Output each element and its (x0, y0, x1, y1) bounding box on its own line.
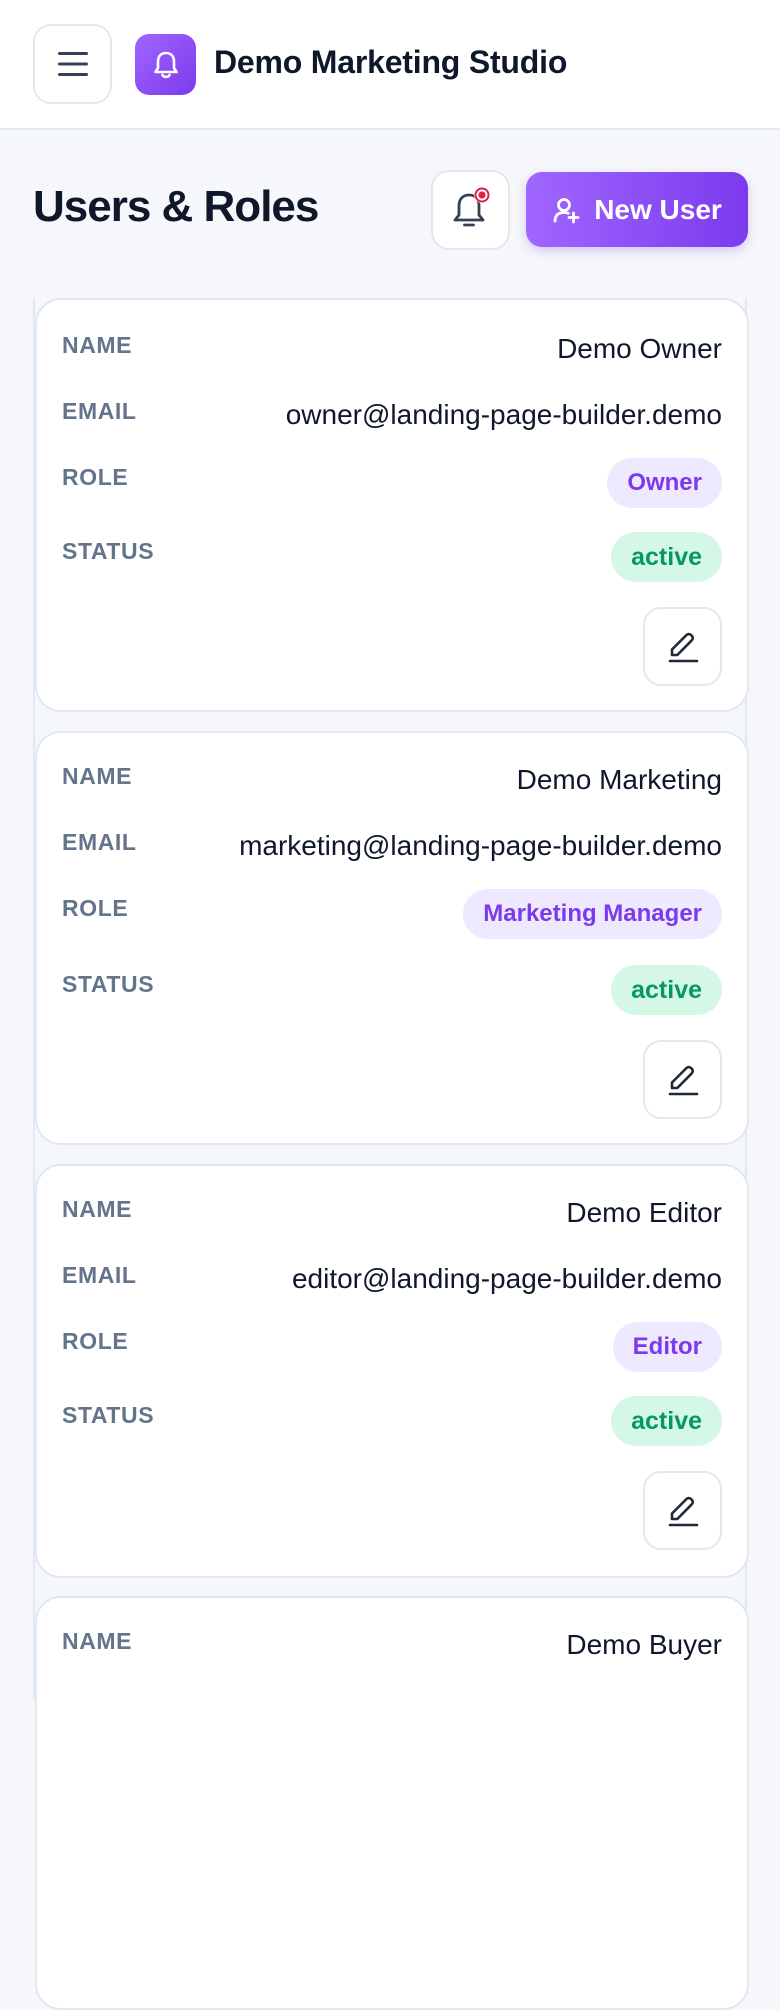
name-label: NAME (62, 1628, 133, 1654)
status-label: STATUS (62, 538, 155, 564)
user-email: owner@landing-page-builder.demo (285, 399, 722, 430)
name-label: NAME (62, 763, 133, 789)
name-label: NAME (62, 332, 133, 358)
user-card: NAME Demo Buyer (35, 1596, 749, 2010)
new-user-button[interactable]: New User (526, 172, 748, 247)
notifications-button[interactable] (431, 170, 510, 250)
user-card: NAME Demo Owner EMAIL owner@landing-page… (35, 298, 749, 712)
brand-logo (135, 34, 196, 95)
edit-user-button[interactable] (643, 1040, 722, 1119)
user-name: Demo Editor (566, 1197, 722, 1228)
pencil-icon (668, 632, 698, 662)
user-card: NAME Demo Editor EMAIL editor@landing-pa… (35, 1164, 749, 1578)
pencil-icon (668, 1065, 698, 1095)
email-label: EMAIL (62, 398, 137, 424)
hamburger-menu-icon (57, 52, 88, 76)
user-name: Demo Marketing (516, 764, 722, 795)
status-badge: active (611, 532, 722, 582)
add-user-icon (553, 197, 580, 223)
bell-icon (153, 51, 178, 78)
user-name: Demo Buyer (566, 1629, 722, 1660)
role-badge: Marketing Manager (463, 889, 722, 939)
pencil-icon (668, 1496, 698, 1526)
role-badge: Editor (612, 1322, 722, 1372)
new-user-label: New User (594, 193, 722, 225)
status-label: STATUS (62, 1402, 155, 1428)
menu-button[interactable] (33, 24, 112, 104)
role-label: ROLE (62, 895, 129, 921)
bell-icon (453, 187, 490, 227)
edit-user-button[interactable] (643, 607, 722, 686)
user-email: marketing@landing-page-builder.demo (239, 830, 722, 861)
page-title: Users & Roles (33, 182, 319, 231)
email-label: EMAIL (62, 1262, 137, 1288)
status-label: STATUS (62, 971, 155, 997)
edit-user-button[interactable] (643, 1471, 722, 1550)
status-badge: active (611, 965, 722, 1015)
status-badge: active (611, 1396, 722, 1446)
role-label: ROLE (62, 1328, 129, 1354)
top-bar: Demo Marketing Studio (0, 0, 780, 130)
email-label: EMAIL (62, 829, 137, 855)
user-name: Demo Owner (557, 333, 722, 364)
user-email: editor@landing-page-builder.demo (291, 1263, 722, 1294)
brand-name: Demo Marketing Studio (214, 44, 568, 80)
role-badge: Owner (607, 458, 722, 508)
user-list: NAME Demo Owner EMAIL owner@landing-page… (33, 298, 749, 2010)
name-label: NAME (62, 1196, 133, 1222)
user-card: NAME Demo Marketing EMAIL marketing@land… (35, 731, 749, 1145)
role-label: ROLE (62, 464, 129, 490)
